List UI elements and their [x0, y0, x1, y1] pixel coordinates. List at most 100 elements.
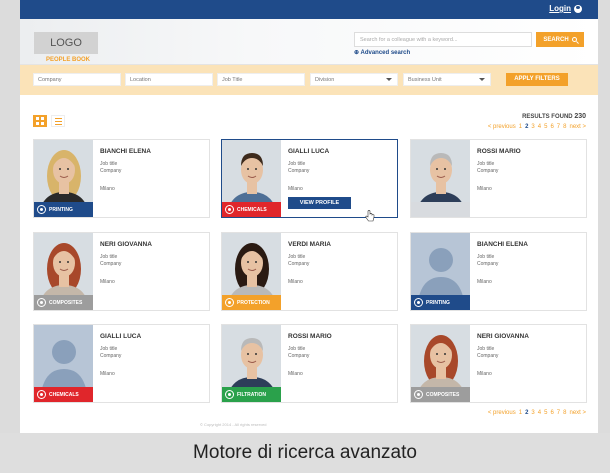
person-card[interactable]: ROSSI MARIO Job title Company Milano	[410, 139, 587, 218]
avatar: CHEMICALS	[222, 140, 281, 217]
person-card[interactable]: PROTECTION VERDI MARIA Job title Company…	[221, 232, 398, 311]
pager-page-1[interactable]: 1	[519, 410, 522, 416]
pager-page-8[interactable]: 8	[563, 410, 566, 416]
results-found: RESULTS FOUND 230	[522, 113, 586, 120]
city: Milano	[100, 279, 115, 285]
pager-page-7[interactable]: 7	[557, 410, 560, 416]
pager-page-6[interactable]: 6	[550, 124, 553, 130]
pager-page-2[interactable]: 2	[525, 124, 528, 130]
person-card[interactable]: PRINTING BIANCHI ELENA Job title Company…	[410, 232, 587, 311]
pager-page-4[interactable]: 4	[538, 410, 541, 416]
division-icon	[37, 390, 46, 399]
company: Company	[100, 260, 122, 267]
division-badge: COMPOSITES	[411, 387, 470, 402]
location-field[interactable]: Location	[125, 73, 213, 86]
subbrand: PEOPLE BOOK	[46, 57, 91, 63]
person-name[interactable]: BIANCHI ELENA	[100, 148, 151, 155]
company: Company	[288, 352, 310, 359]
pager-page-3[interactable]: 3	[531, 124, 534, 130]
pager-page-3[interactable]: 3	[531, 410, 534, 416]
division-label: COMPOSITES	[426, 391, 460, 398]
pager-page-6[interactable]: 6	[550, 410, 553, 416]
person-card[interactable]: FILTRATION ROSSI MARIO Job title Company…	[221, 324, 398, 403]
division-badge: FILTRATION	[222, 387, 281, 402]
division-icon	[414, 298, 423, 307]
person-meta: Job title Company	[100, 161, 121, 174]
person-name[interactable]: NERI GIOVANNA	[477, 333, 529, 340]
pager-page-7[interactable]: 7	[557, 124, 560, 130]
logo[interactable]: LOGO	[34, 32, 98, 54]
chevron-down-icon	[479, 78, 485, 81]
pagination-bottom: < previous 1 2 3 4 5 6 7 8 next >	[488, 410, 586, 416]
person-card[interactable]: COMPOSITES NERI GIOVANNA Job title Compa…	[33, 232, 210, 311]
division-badge: PRINTING	[34, 202, 93, 217]
company: Company	[477, 167, 499, 174]
login-label[interactable]: Login	[549, 4, 571, 13]
pager-page-5[interactable]: 5	[544, 124, 547, 130]
job-title-field[interactable]: Job Title	[217, 73, 305, 86]
app-frame: Login LOGO PEOPLE BOOK Search for a coll…	[20, 0, 598, 433]
person-name[interactable]: NERI GIOVANNA	[100, 241, 152, 248]
pager-next[interactable]: next >	[569, 124, 586, 130]
division-label: CHEMICALS	[237, 206, 267, 213]
division-label: COMPOSITES	[49, 299, 83, 306]
division-label: PROTECTION	[237, 299, 270, 306]
division-label: PRINTING	[426, 299, 450, 306]
person-meta: Job title Company	[100, 254, 121, 267]
city: Milano	[477, 371, 492, 377]
search-icon	[571, 37, 577, 42]
company-field[interactable]: Company	[33, 73, 121, 86]
chevron-down-icon	[386, 78, 392, 81]
division-badge: COMPOSITES	[34, 295, 93, 310]
list-view-icon[interactable]	[51, 115, 65, 127]
avatar: PROTECTION	[222, 233, 281, 310]
division-badge: PRINTING	[411, 295, 470, 310]
person-name[interactable]: GIALLI LUCA	[100, 333, 141, 340]
division-badge: PROTECTION	[222, 295, 281, 310]
grid-view-icon[interactable]	[33, 115, 47, 127]
person-card[interactable]: PRINTING BIANCHI ELENA Job title Company…	[33, 139, 210, 218]
avatar: PRINTING	[34, 140, 93, 217]
search-input[interactable]: Search for a colleague with a keyword...	[354, 32, 532, 47]
division-icon	[37, 298, 46, 307]
business-unit-select[interactable]: Business Unit	[403, 73, 491, 86]
pager-page-2[interactable]: 2	[525, 410, 528, 416]
header: LOGO PEOPLE BOOK Search for a colleague …	[20, 19, 598, 65]
advanced-search-link[interactable]: ⊕ Advanced search	[354, 49, 410, 56]
copyright: © Copyright 2014 - All rights reserved	[200, 422, 267, 427]
pager-previous[interactable]: < previous	[488, 410, 516, 416]
pager-previous[interactable]: < previous	[488, 124, 516, 130]
person-name[interactable]: ROSSI MARIO	[477, 148, 521, 155]
pagination-top: < previous 1 2 3 4 5 6 7 8 next >	[488, 124, 586, 130]
login-link[interactable]: Login	[549, 4, 582, 13]
person-meta: Job title Company	[288, 161, 309, 174]
pager-page-1[interactable]: 1	[519, 124, 522, 130]
division-badge	[411, 202, 470, 217]
pager-next[interactable]: next >	[569, 410, 586, 416]
person-name[interactable]: ROSSI MARIO	[288, 333, 332, 340]
division-icon	[414, 390, 423, 399]
person-name[interactable]: VERDI MARIA	[288, 241, 331, 248]
top-bar: Login	[20, 0, 598, 19]
person-name[interactable]: BIANCHI ELENA	[477, 241, 528, 248]
person-name[interactable]: GIALLI LUCA	[288, 148, 329, 155]
person-card[interactable]: COMPOSITES NERI GIOVANNA Job title Compa…	[410, 324, 587, 403]
results-label: RESULTS FOUND	[522, 114, 573, 120]
city: Milano	[477, 186, 492, 192]
division-select[interactable]: Division	[310, 73, 398, 86]
division-badge: CHEMICALS	[222, 202, 281, 217]
city: Milano	[100, 186, 115, 192]
person-card[interactable]: CHEMICALS GIALLI LUCA Job title Company …	[33, 324, 210, 403]
company: Company	[100, 352, 122, 359]
division-label: Division	[315, 77, 335, 83]
view-profile-button[interactable]: VIEW PROFILE	[288, 197, 351, 209]
caption: Motore di ricerca avanzato	[0, 433, 610, 473]
city: Milano	[477, 279, 492, 285]
filter-bar: Company Location Job Title Division Busi…	[20, 65, 598, 95]
pager-page-4[interactable]: 4	[538, 124, 541, 130]
pager-page-8[interactable]: 8	[563, 124, 566, 130]
search-button[interactable]: SEARCH	[536, 32, 584, 47]
apply-filters-button[interactable]: APPLY FILTERS	[506, 73, 568, 86]
pager-page-5[interactable]: 5	[544, 410, 547, 416]
person-card[interactable]: CHEMICALS GIALLI LUCA Job title Company …	[221, 139, 398, 222]
